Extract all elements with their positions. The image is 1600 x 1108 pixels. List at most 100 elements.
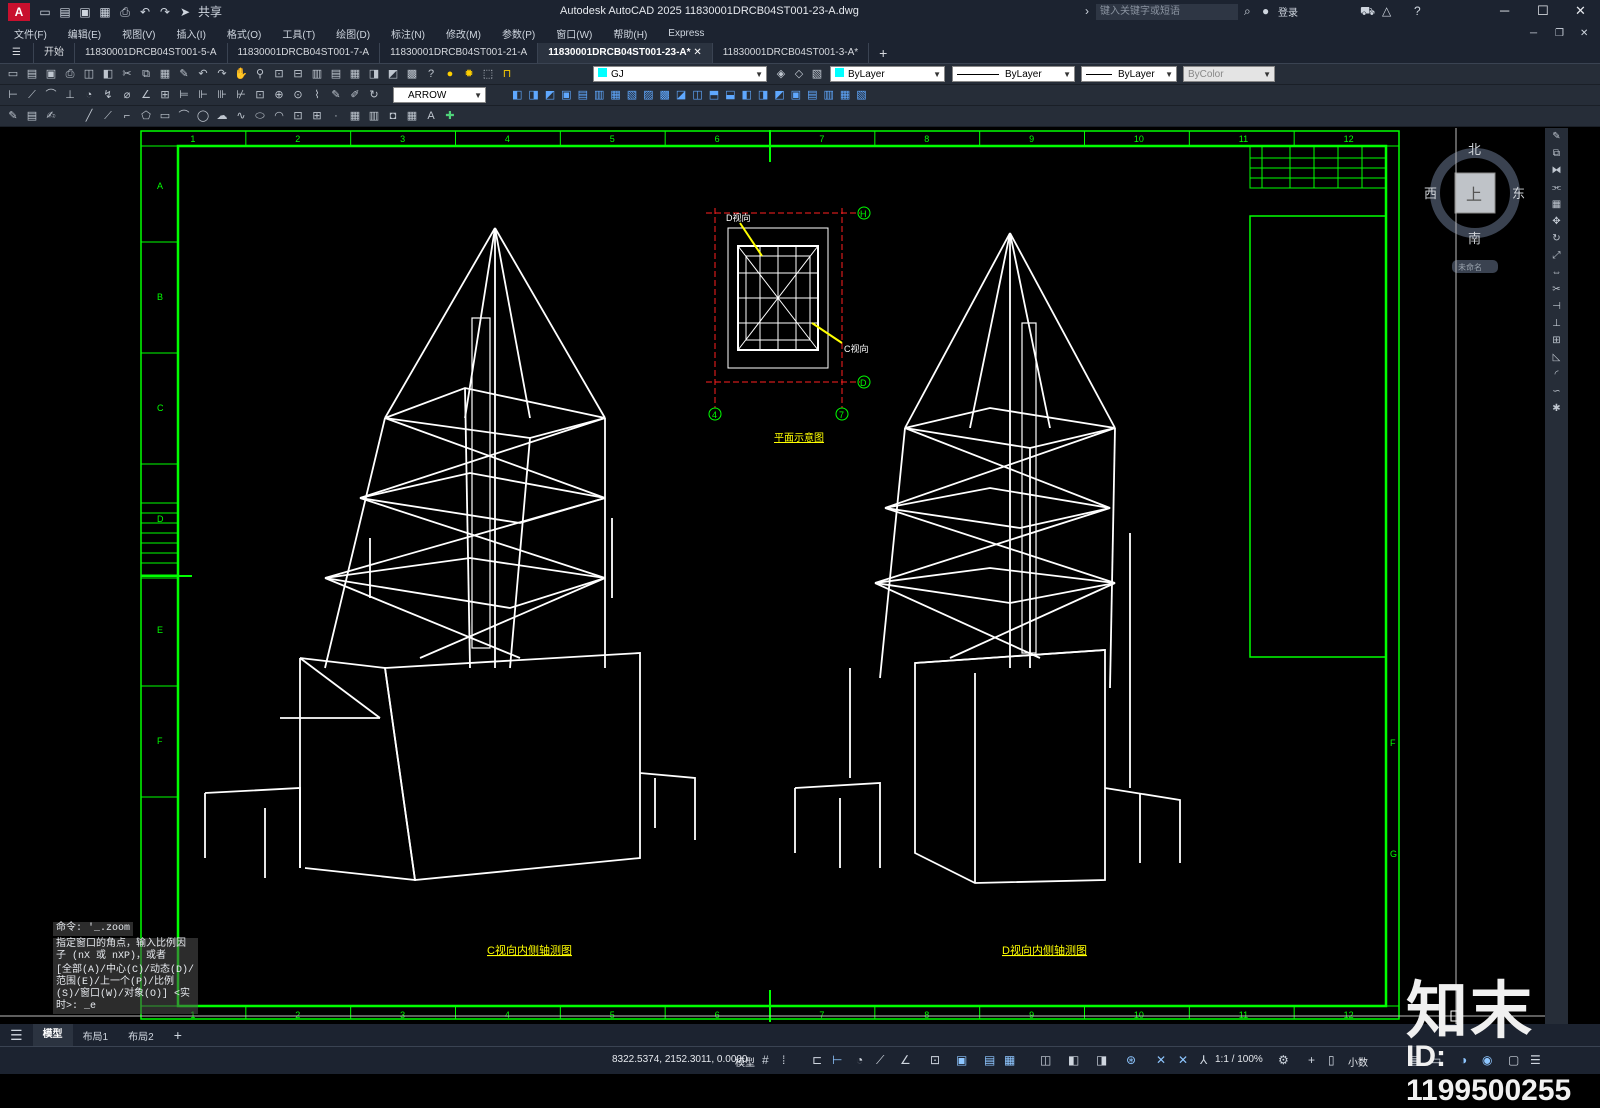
osnap-icon[interactable]: ⊡ [930, 1053, 940, 1067]
maximize-button[interactable]: ☐ [1537, 3, 1549, 19]
dim-baseline-icon[interactable]: ⊨ [177, 88, 191, 102]
menu-close[interactable]: ✕ [1580, 28, 1588, 39]
paste-icon[interactable]: ▦ [158, 67, 172, 81]
plot-icon[interactable]: ⎙ [63, 67, 77, 81]
trim-icon[interactable]: ✂ [1550, 284, 1564, 298]
tab-file-3[interactable]: 11830001DRCB04ST001-3-A* [713, 43, 870, 63]
publish-icon[interactable]: ◧ [101, 67, 115, 81]
undo-icon[interactable]: ↶ [138, 5, 152, 19]
isodraft-icon[interactable]: ⟋ [876, 1053, 884, 1068]
selection-cycling-icon[interactable]: ▦ [1004, 1053, 1015, 1067]
help-icon[interactable]: ? [1414, 4, 1421, 18]
search-input[interactable]: 键入关键字或短语 [1096, 4, 1238, 20]
layout-menu-icon[interactable]: ☰ [0, 1027, 33, 1044]
tab-start[interactable]: 开始 [34, 43, 75, 63]
polygon-icon[interactable]: ⬠ [139, 109, 153, 123]
menu-file[interactable]: 文件(F) [14, 26, 47, 41]
fillet-icon[interactable]: ◜ [1550, 369, 1564, 383]
table-icon[interactable]: ▦ [405, 109, 419, 123]
chevron-right-icon[interactable]: › [1085, 4, 1089, 18]
units-dropdown[interactable]: 小数 [1348, 1054, 1368, 1069]
save-icon[interactable]: ▣ [44, 67, 58, 81]
close-tab-icon[interactable]: ✕ [693, 47, 701, 58]
viewcube-west[interactable]: 西 [1424, 186, 1437, 201]
annotation-monitor-icon[interactable]: + [1308, 1053, 1315, 1067]
drawing-canvas[interactable]: 1 1 2 2 3 3 4 4 5 5 6 6 7 7 8 8 9 9 10 10 11 11 12 12 A B C D E F F G [0, 128, 1545, 1024]
viewcube-south[interactable]: 南 [1468, 231, 1481, 246]
jogged-linear-icon[interactable]: ⌇ [310, 88, 324, 102]
gizmo-icon[interactable]: ⊛ [1126, 1053, 1136, 1067]
hatch-icon[interactable]: ▦ [348, 109, 362, 123]
save-icon[interactable]: ▣ [78, 5, 92, 19]
light-bulb-icon[interactable]: ● [443, 67, 457, 81]
dim-angular-icon[interactable]: ∠ [139, 88, 153, 102]
ellipse-arc-icon[interactable]: ◠ [272, 109, 286, 123]
new-icon[interactable]: ▭ [38, 5, 52, 19]
ellipse-icon[interactable]: ⬭ [253, 109, 267, 123]
drawing-svg[interactable]: 112233445566778899101011111212ABCDEFFG [0, 128, 1545, 1024]
dim-edit-icon[interactable]: ✎ [329, 88, 343, 102]
plotstyle-dropdown[interactable]: ByColor ▼ [1183, 66, 1275, 82]
polar-icon[interactable]: ◔ [856, 1053, 863, 1067]
selection-filter-icon[interactable]: ◨ [1096, 1053, 1107, 1067]
tab-layout-2[interactable]: 布局2 [118, 1028, 164, 1043]
new-icon[interactable]: ▭ [6, 67, 20, 81]
menu-min[interactable]: ─ [1530, 28, 1537, 39]
make-current-icon[interactable]: ◈ [774, 67, 788, 81]
rotate-icon[interactable]: ↻ [1550, 233, 1564, 247]
tab-layout-1[interactable]: 布局1 [73, 1028, 119, 1043]
chamfer-icon[interactable]: ◺ [1550, 352, 1564, 366]
lock-icon[interactable]: ⊓ [500, 67, 514, 81]
3dosnap-icon[interactable]: ◫ [1040, 1053, 1051, 1067]
close-button[interactable]: ✕ [1575, 3, 1586, 19]
dim-ordinate-icon[interactable]: ⊥ [63, 88, 77, 102]
coordinate-readout[interactable]: 8322.5374, 2152.3011, 0.0000 [612, 1054, 748, 1065]
menu-tools[interactable]: 工具(T) [282, 26, 315, 41]
tab-file-21[interactable]: 11830001DRCB04ST001-21-A [380, 43, 539, 63]
undo-icon[interactable]: ↶ [196, 67, 210, 81]
saveas-icon[interactable]: ▦ [98, 5, 112, 19]
viewcube-north[interactable]: 北 [1468, 142, 1481, 157]
quick-dim-icon[interactable]: ⊞ [158, 88, 172, 102]
copy-icon[interactable]: ⧉ [139, 67, 153, 81]
autocad-logo[interactable]: A [8, 3, 30, 21]
polyline-icon[interactable]: ⌐ [120, 109, 134, 123]
scale-icon[interactable]: ⤢ [1550, 250, 1564, 264]
stretch-icon[interactable]: ⇔ [1550, 267, 1564, 281]
tab-file-5[interactable]: 11830001DRCB04ST001-5-A [75, 43, 228, 63]
menu-dimension[interactable]: 标注(N) [391, 26, 425, 41]
zoom-window-icon[interactable]: ⊡ [272, 67, 286, 81]
user-icon[interactable]: ● [1262, 4, 1269, 18]
spline-icon[interactable]: ∿ [234, 109, 248, 123]
cart-icon[interactable]: ⛟ [1360, 4, 1375, 20]
point-icon[interactable]: · [329, 109, 343, 123]
share-icon[interactable]: ➤ [178, 5, 192, 19]
redo-icon[interactable]: ↷ [158, 5, 172, 19]
rectangle-icon[interactable]: ▭ [158, 109, 172, 123]
dim-arc-icon[interactable]: ⌒ [44, 88, 58, 102]
add-layout-button[interactable]: + [164, 1027, 192, 1043]
autoscale-icon[interactable]: ✕ [1178, 1053, 1188, 1067]
menu-express[interactable]: Express [668, 28, 704, 39]
offset-icon[interactable]: ⫘ [1550, 182, 1564, 196]
properties-icon[interactable]: ▥ [310, 67, 324, 81]
redo-icon[interactable]: ↷ [215, 67, 229, 81]
minimize-button[interactable]: ─ [1500, 3, 1509, 18]
mtext-icon[interactable]: A [424, 109, 438, 123]
circle-icon[interactable]: ◯ [196, 109, 210, 123]
menu-modify[interactable]: 修改(M) [446, 26, 481, 41]
grid-icon[interactable]: # [762, 1053, 769, 1067]
designcenter-icon[interactable]: ▤ [329, 67, 343, 81]
transparency-icon[interactable]: ▤ [984, 1053, 995, 1067]
blend-icon[interactable]: ∽ [1550, 386, 1564, 400]
dynamic-ucs-icon[interactable]: ◧ [1068, 1053, 1079, 1067]
workspace-gear-icon[interactable]: ⚙ [1278, 1053, 1289, 1067]
join-icon[interactable]: ⊞ [1550, 335, 1564, 349]
share-label[interactable]: 共享 [198, 5, 222, 19]
hamburger-menu-icon[interactable]: ☰ [0, 43, 34, 63]
dim-radius-icon[interactable]: ◔ [82, 88, 96, 102]
construction-line-icon[interactable]: ⟋ [101, 109, 115, 123]
view-toolbar-icons[interactable]: ◧◨◩▣▤▥▦▧▨▩◪◫⬒⬓◧◨◩▣▤▥▦▧ [512, 88, 873, 101]
color-dropdown[interactable]: ByLayer ▼ [830, 66, 945, 82]
menu-edit[interactable]: 编辑(E) [68, 26, 101, 41]
